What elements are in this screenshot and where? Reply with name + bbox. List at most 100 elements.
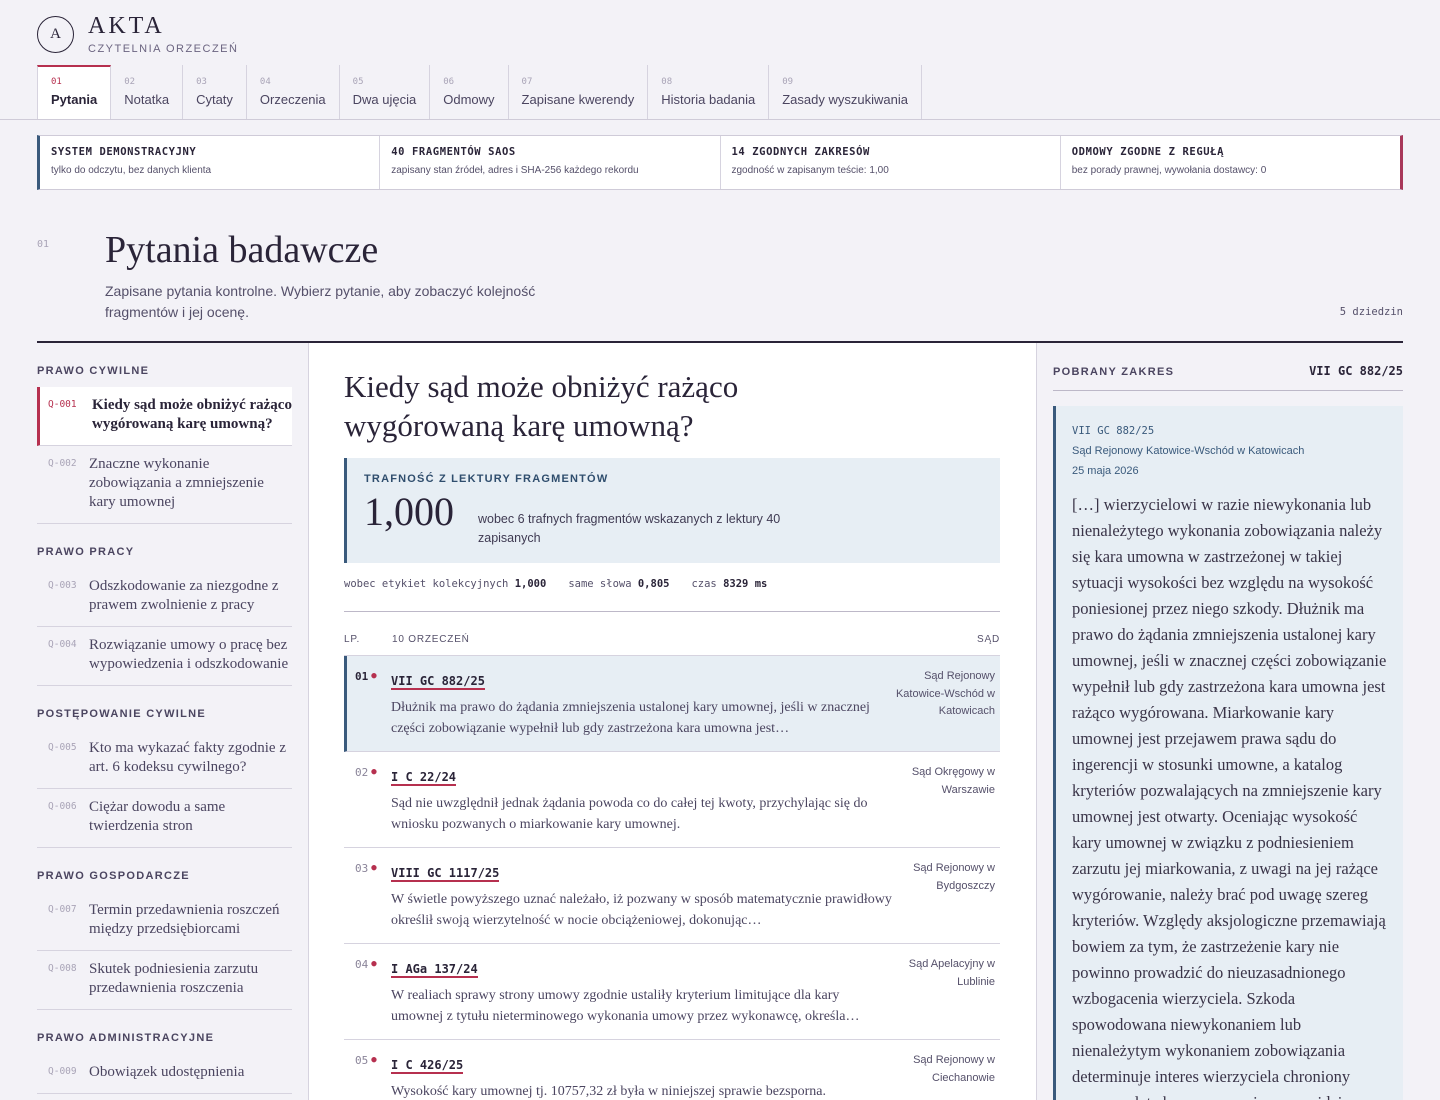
result-signature[interactable]: VII GC 882/25	[391, 674, 485, 690]
results-list: 01 ● VII GC 882/25 Dłużnik ma prawo do żąda…	[344, 655, 1000, 1100]
question-title: Kiedy sąd może obniżyć rażąco wygórowaną…	[344, 369, 739, 443]
retrieved-range-panel: POBRANY ZAKRES VII GC 882/25 VII GC 882/…	[1053, 343, 1403, 1100]
brand: A AKTA CZYTELNIA ORZECZEŃ	[37, 14, 238, 55]
question-text: Skutek podniesienia zarzutu przedawnieni…	[89, 961, 259, 996]
result-number: 03 ●	[355, 862, 377, 875]
tab-label: Historia badania	[661, 92, 756, 107]
status-cell: 40 FRAGMENTÓW SAOS zapisany stan źródeł, …	[380, 136, 721, 189]
tab-number: 08	[661, 77, 673, 87]
result-court: Sąd Rejonowy w Ciechanowie	[913, 1054, 995, 1084]
result-number: 04 ●	[355, 958, 377, 971]
result-signature[interactable]: VIII GC 1117/25	[391, 866, 500, 882]
score-label: TRAFNOŚĆ Z LEKTURY FRAGMENTÓW	[364, 473, 609, 485]
metric-value: 8329 ms	[723, 578, 768, 590]
tab-6[interactable]: 06 Odmowy	[430, 65, 509, 119]
question-text: Odszkodowanie za niezgodne z prawem zwol…	[89, 578, 279, 613]
question-item[interactable]: Q-004 Rozwiązanie umowy o pracę bez wypow…	[37, 627, 292, 686]
result-lp: 01	[355, 670, 369, 683]
range-court: Sąd Rejonowy Katowice-Wschód w Katowicac…	[1072, 445, 1305, 457]
tab-number: 09	[782, 77, 794, 87]
score-panel: TRAFNOŚĆ Z LEKTURY FRAGMENTÓW 1,000 wobe…	[344, 458, 1000, 563]
tab-number: 01	[51, 77, 62, 87]
result-signature[interactable]: I C 426/25	[391, 1058, 464, 1074]
metric-value: 1,000	[514, 578, 547, 590]
metric-label: czas	[691, 578, 717, 590]
result-row[interactable]: 05 ● I C 426/25 Wysokość kary umownej tj. 1…	[344, 1040, 1000, 1100]
status-cell: ODMOWY ZGODNE Z REGUŁĄ bez porady prawnej…	[1061, 136, 1400, 189]
metric: czas 8329 ms	[691, 578, 767, 590]
score-description: wobec 6 trafnych fragmentów wskazanych z…	[478, 512, 781, 545]
question-item[interactable]: Q-005 Kto ma wykazać fakty zgodnie z art.…	[37, 730, 292, 789]
question-list: PRAWO CYWILNE Q-001 Kiedy sąd może obniżyć…	[37, 343, 292, 1100]
question-id: Q-007	[48, 904, 77, 915]
tab-7[interactable]: 07 Zapisane kwerendy	[509, 65, 649, 119]
status-cell: 14 ZGODNYCH ZAKRESÓW zgodność w zapisanym…	[721, 136, 1061, 189]
question-id: Q-001	[48, 399, 77, 410]
domain-count: 5 dziedzin	[1339, 306, 1403, 318]
question-item[interactable]: Q-009 Obowiązek udostępnienia	[37, 1054, 292, 1094]
range-excerpt: VII GC 882/25 Sąd Rejonowy Katowice-Wsch…	[1053, 406, 1403, 1100]
result-excerpt: W świetle powyższego uznać należało, iż …	[391, 892, 892, 928]
question-id: Q-008	[48, 963, 77, 974]
result-lp: 02	[355, 766, 369, 779]
result-row[interactable]: 01 ● VII GC 882/25 Dłużnik ma prawo do żąda…	[344, 656, 1000, 752]
tab-number: 04	[259, 77, 271, 87]
metric-label: wobec etykiet kolekcyjnych	[344, 578, 509, 590]
tab-2[interactable]: 02 Notatka	[111, 65, 184, 119]
status-cell: SYSTEM DEMONSTRACYJNY tylko do odczytu, b…	[40, 136, 381, 189]
result-court: Sąd Rejonowy Katowice-Wschód w Katowicac…	[895, 670, 995, 717]
header-lp: LP.	[344, 634, 361, 645]
tab-5[interactable]: 05 Dwa ujęcia	[340, 65, 431, 119]
tab-4[interactable]: 04 Orzeczenia	[247, 65, 340, 119]
question-item[interactable]: Q-006 Ciężar dowodu a same twierdzenia st…	[37, 789, 292, 848]
result-row[interactable]: 04 ● I AGa 137/24 W realiach sprawy strony …	[344, 944, 1000, 1040]
tab-8[interactable]: 08 Historia badania	[648, 65, 770, 119]
question-item[interactable]: Q-002 Znaczne wykonanie zobowiązania a zm…	[37, 446, 292, 524]
tab-number: 06	[443, 77, 455, 87]
brand-title: AKTA	[88, 13, 165, 39]
question-text: Kto ma wykazać fakty zgodnie z art. 6 ko…	[89, 740, 286, 775]
tab-3[interactable]: 03 Cytaty	[183, 65, 247, 119]
header-court: SĄD	[977, 634, 1000, 645]
question-item[interactable]: Q-001 Kiedy sąd może obniżyć rażąco wygór…	[37, 387, 292, 446]
result-number: 01 ●	[355, 670, 377, 683]
question-id: Q-004	[48, 639, 77, 650]
tab-1[interactable]: 01 Pytania	[37, 65, 112, 119]
tab-9[interactable]: 09 Zasady wyszukiwania	[769, 65, 922, 119]
page-title: Pytania badawcze	[105, 229, 379, 271]
result-number: 05 ●	[355, 1054, 377, 1067]
range-signature: VII GC 882/25	[1309, 364, 1403, 378]
metrics-line: wobec etykiet kolekcyjnych 1,000 same sło…	[344, 578, 789, 590]
metric: same słowa 0,805	[568, 578, 669, 590]
result-court: Sąd Apelacyjny w Lublinie	[908, 958, 995, 988]
category-heading: PRAWO GOSPODARCZE	[37, 870, 190, 882]
status-bar: SYSTEM DEMONSTRACYJNY tylko do odczytu, b…	[37, 135, 1403, 190]
metric: wobec etykiet kolekcyjnych 1,000	[344, 578, 546, 590]
tab-label: Cytaty	[196, 92, 233, 107]
tab-number: 07	[521, 77, 533, 87]
result-signature[interactable]: I AGa 137/24	[391, 962, 478, 978]
section-number: 01	[37, 239, 50, 250]
question-item[interactable]: Q-007 Termin przedawnienia roszczeń międz…	[37, 892, 292, 951]
category-heading: POSTĘPOWANIE CYWILNE	[37, 708, 207, 720]
result-lp: 04	[355, 958, 369, 971]
question-item[interactable]: Q-008 Skutek podniesienia zarzutu przedaw…	[37, 951, 292, 1010]
tabs-divider	[0, 119, 1440, 120]
result-signature[interactable]: I C 22/24	[391, 770, 457, 786]
tab-number: 03	[196, 77, 207, 87]
relevance-dot-icon: ●	[371, 671, 377, 681]
tab-label: Pytania	[51, 92, 98, 107]
status-title: 14 ZGODNYCH ZAKRESÓW	[731, 146, 870, 158]
range-label: POBRANY ZAKRES	[1053, 366, 1175, 378]
question-id: Q-009	[48, 1066, 77, 1077]
header-count: 10 ORZECZEŃ	[392, 634, 470, 645]
result-court: Sąd Okręgowy w Warszawie	[911, 766, 995, 796]
result-row[interactable]: 03 ● VIII GC 1117/25 W świetle powyższego u…	[344, 848, 1000, 944]
range-meta-signature: VII GC 882/25	[1072, 425, 1155, 437]
brand-logo: A	[37, 16, 74, 53]
category-heading: PRAWO ADMINISTRACYJNE	[37, 1032, 215, 1044]
question-item[interactable]: Q-003 Odszkodowanie za niezgodne z prawem…	[37, 568, 292, 627]
status-title: ODMOWY ZGODNE Z REGUŁĄ	[1071, 146, 1225, 158]
question-detail: Kiedy sąd może obniżyć rażąco wygórowaną…	[309, 343, 1036, 1100]
result-row[interactable]: 02 ● I C 22/24 Sąd nie uwzględnił jednak żą…	[344, 752, 1000, 848]
